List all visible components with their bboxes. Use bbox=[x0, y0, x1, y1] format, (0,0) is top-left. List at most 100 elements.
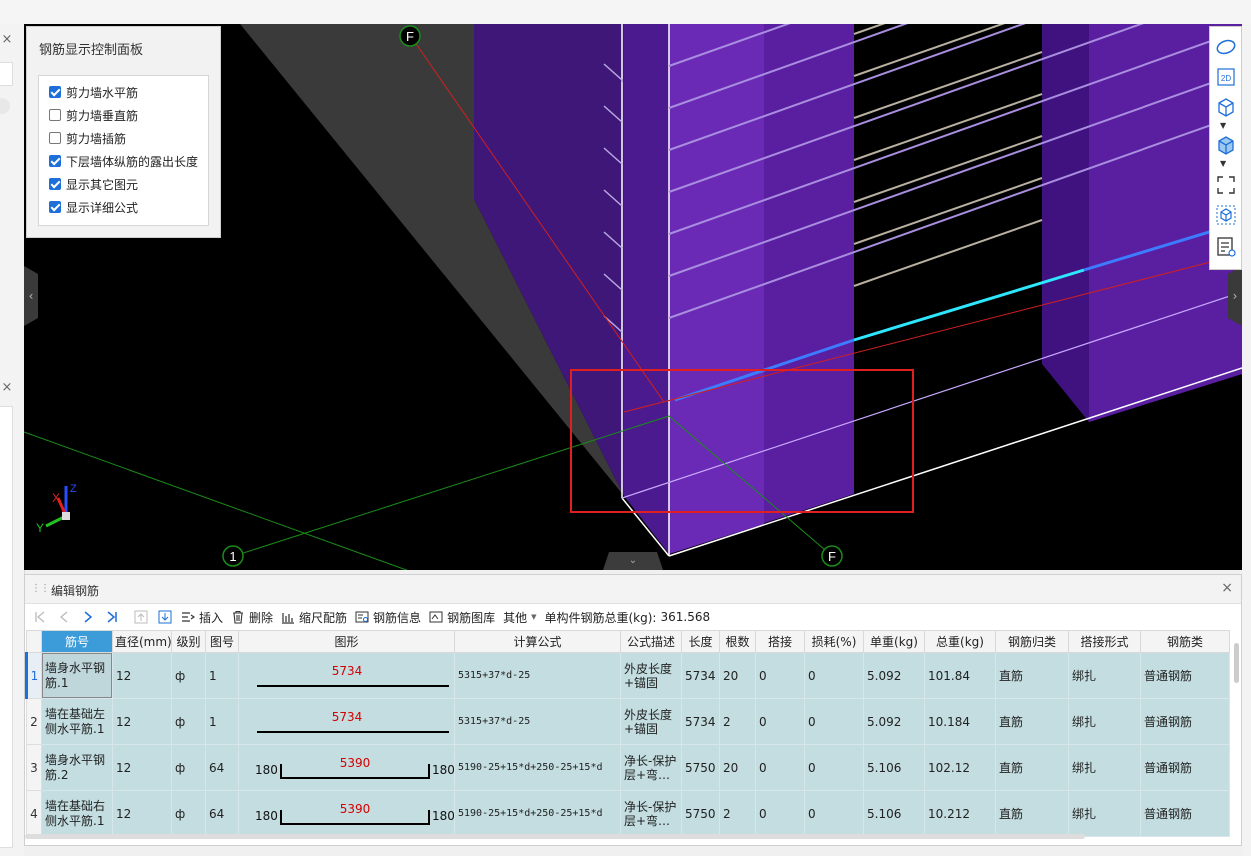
total-weight-cell[interactable]: 10.184 bbox=[924, 698, 996, 745]
vertical-scrollbar[interactable] bbox=[1234, 643, 1239, 683]
lap-type-cell[interactable]: 绑扎 bbox=[1068, 790, 1141, 837]
col-header[interactable]: 钢筋归类 bbox=[995, 630, 1069, 653]
length-cell[interactable]: 5734 bbox=[681, 652, 720, 699]
orbit-icon[interactable] bbox=[1214, 35, 1238, 59]
bottom-collapse-tab[interactable]: ⌄ bbox=[603, 552, 663, 570]
diameter-cell[interactable]: 12 bbox=[112, 652, 172, 699]
insert-button[interactable]: 插入 bbox=[177, 606, 227, 628]
figure-no-cell[interactable]: 64 bbox=[205, 744, 239, 791]
total-weight-cell[interactable]: 102.12 bbox=[924, 744, 996, 791]
rebar-name-cell[interactable]: 墙在基础左侧水平筋.1 bbox=[41, 698, 113, 745]
rebar-name-cell[interactable]: 墙身水平钢筋.1 bbox=[41, 652, 113, 699]
length-cell[interactable]: 5750 bbox=[681, 790, 720, 837]
fit-view-icon[interactable] bbox=[1214, 173, 1238, 197]
close-icon[interactable]: × bbox=[0, 380, 14, 395]
col-header[interactable]: 钢筋类 bbox=[1140, 630, 1230, 653]
chevron-down-icon[interactable]: ▼ bbox=[1220, 159, 1226, 168]
first-record-icon[interactable] bbox=[33, 610, 47, 624]
option-lower-wall-exposed-length[interactable]: 下层墙体纵筋的露出长度 bbox=[49, 151, 198, 171]
option-show-detailed-formula[interactable]: 显示详细公式 bbox=[49, 197, 138, 217]
table-row[interactable]: 3 墙身水平钢筋.2 12 ф 64 180 5390 180 5190-25+… bbox=[26, 744, 1230, 791]
col-header[interactable]: 直径(mm) bbox=[112, 630, 172, 653]
length-cell[interactable]: 5734 bbox=[681, 698, 720, 745]
table-row[interactable]: 4 墙在基础右侧水平筋.1 12 ф 64 180 5390 180 5190-… bbox=[26, 790, 1230, 837]
col-header[interactable]: 损耗(%) bbox=[804, 630, 864, 653]
right-collapse-tab[interactable]: › bbox=[1228, 266, 1242, 326]
formula-desc-cell[interactable]: 净长-保护层+弯… bbox=[620, 790, 682, 837]
table-row[interactable]: 1 墙身水平钢筋.1 12 ф 1 5734 5315+37*d-25 外皮长度… bbox=[25, 652, 1230, 699]
lap-type-cell[interactable]: 绑扎 bbox=[1068, 652, 1141, 699]
last-record-icon[interactable] bbox=[105, 610, 119, 624]
col-header[interactable]: 公式描述 bbox=[620, 630, 682, 653]
left-collapse-tab[interactable]: ‹ bbox=[24, 266, 38, 326]
prev-record-icon[interactable] bbox=[57, 610, 71, 624]
col-header[interactable]: 长度 bbox=[681, 630, 720, 653]
row-number[interactable]: 3 bbox=[26, 744, 42, 791]
side-circle-icon[interactable] bbox=[0, 98, 10, 114]
rebar-name-cell[interactable]: 墙身水平钢筋.2 bbox=[41, 744, 113, 791]
side-input[interactable] bbox=[0, 62, 13, 86]
option-wall-vertical-rebar[interactable]: 剪力墙垂直筋 bbox=[49, 105, 138, 125]
diameter-cell[interactable]: 12 bbox=[112, 790, 172, 837]
col-header[interactable]: 筋号 bbox=[41, 630, 113, 653]
formula-desc-cell[interactable]: 净长-保护层+弯… bbox=[620, 744, 682, 791]
formula-cell[interactable]: 5315+37*d-25 bbox=[454, 698, 621, 745]
total-weight-cell[interactable]: 101.84 bbox=[924, 652, 996, 699]
option-wall-horizontal-rebar[interactable]: 剪力墙水平筋 bbox=[49, 82, 138, 102]
chevron-down-icon[interactable]: ▼ bbox=[1220, 121, 1226, 130]
close-icon[interactable]: × bbox=[0, 32, 14, 47]
rebar-name-cell[interactable]: 墙在基础右侧水平筋.1 bbox=[41, 790, 113, 837]
3d-solid-icon[interactable] bbox=[1214, 133, 1238, 157]
grade-cell[interactable]: ф bbox=[171, 652, 206, 699]
figure-no-cell[interactable]: 1 bbox=[205, 652, 239, 699]
total-weight-cell[interactable]: 10.212 bbox=[924, 790, 996, 837]
unit-weight-cell[interactable]: 5.092 bbox=[863, 652, 925, 699]
loss-cell[interactable]: 0 bbox=[804, 790, 864, 837]
rebar-type-cell[interactable]: 普通钢筋 bbox=[1140, 790, 1230, 837]
lap-cell[interactable]: 0 bbox=[755, 698, 805, 745]
checkbox[interactable] bbox=[49, 109, 61, 121]
count-cell[interactable]: 20 bbox=[719, 652, 756, 699]
lap-cell[interactable]: 0 bbox=[755, 652, 805, 699]
loss-cell[interactable]: 0 bbox=[804, 698, 864, 745]
move-down-icon[interactable] bbox=[158, 610, 172, 624]
shape-cell[interactable]: 180 5390 180 bbox=[238, 790, 455, 837]
option-wall-dowel-rebar[interactable]: 剪力墙插筋 bbox=[49, 128, 126, 148]
count-cell[interactable]: 2 bbox=[719, 698, 756, 745]
next-record-icon[interactable] bbox=[81, 610, 95, 624]
lap-type-cell[interactable]: 绑扎 bbox=[1068, 698, 1141, 745]
checkbox[interactable] bbox=[49, 178, 61, 190]
checkbox[interactable] bbox=[49, 132, 61, 144]
scale-rebar-button[interactable]: 缩尺配筋 bbox=[277, 606, 351, 628]
close-icon[interactable]: × bbox=[1221, 580, 1233, 596]
col-header[interactable]: 总重(kg) bbox=[924, 630, 996, 653]
checkbox[interactable] bbox=[49, 86, 61, 98]
col-header[interactable]: 根数 bbox=[719, 630, 756, 653]
lap-cell[interactable]: 0 bbox=[755, 790, 805, 837]
grade-cell[interactable]: ф bbox=[171, 744, 206, 791]
view-list-icon[interactable] bbox=[1214, 235, 1238, 259]
rebar-info-button[interactable]: 钢筋信息 bbox=[351, 606, 425, 628]
figure-no-cell[interactable]: 1 bbox=[205, 698, 239, 745]
category-cell[interactable]: 直筋 bbox=[995, 698, 1069, 745]
3d-box-icon[interactable] bbox=[1214, 95, 1238, 119]
checkbox[interactable] bbox=[49, 201, 61, 213]
formula-desc-cell[interactable]: 外皮长度+锚固 bbox=[620, 698, 682, 745]
rebar-library-button[interactable]: 钢筋图库 bbox=[425, 606, 499, 628]
horizontal-scrollbar[interactable] bbox=[25, 834, 1085, 839]
shape-cell[interactable]: 5734 bbox=[238, 698, 455, 745]
unit-weight-cell[interactable]: 5.092 bbox=[863, 698, 925, 745]
formula-desc-cell[interactable]: 外皮长度+锚固 bbox=[620, 652, 682, 699]
loss-cell[interactable]: 0 bbox=[804, 652, 864, 699]
move-up-icon[interactable] bbox=[134, 610, 148, 624]
col-header[interactable]: 搭接形式 bbox=[1068, 630, 1141, 653]
other-menu[interactable]: 其他 ▼ bbox=[499, 606, 540, 628]
option-show-other-elements[interactable]: 显示其它图元 bbox=[49, 174, 138, 194]
table-row[interactable]: 2 墙在基础左侧水平筋.1 12 ф 1 5734 5315+37*d-25 外… bbox=[26, 698, 1230, 745]
count-cell[interactable]: 20 bbox=[719, 744, 756, 791]
row-number[interactable]: 2 bbox=[26, 698, 42, 745]
col-header[interactable]: 搭接 bbox=[755, 630, 805, 653]
2d-view-icon[interactable]: 2D bbox=[1214, 65, 1238, 89]
row-number[interactable]: 4 bbox=[26, 790, 42, 837]
rebar-type-cell[interactable]: 普通钢筋 bbox=[1140, 652, 1230, 699]
